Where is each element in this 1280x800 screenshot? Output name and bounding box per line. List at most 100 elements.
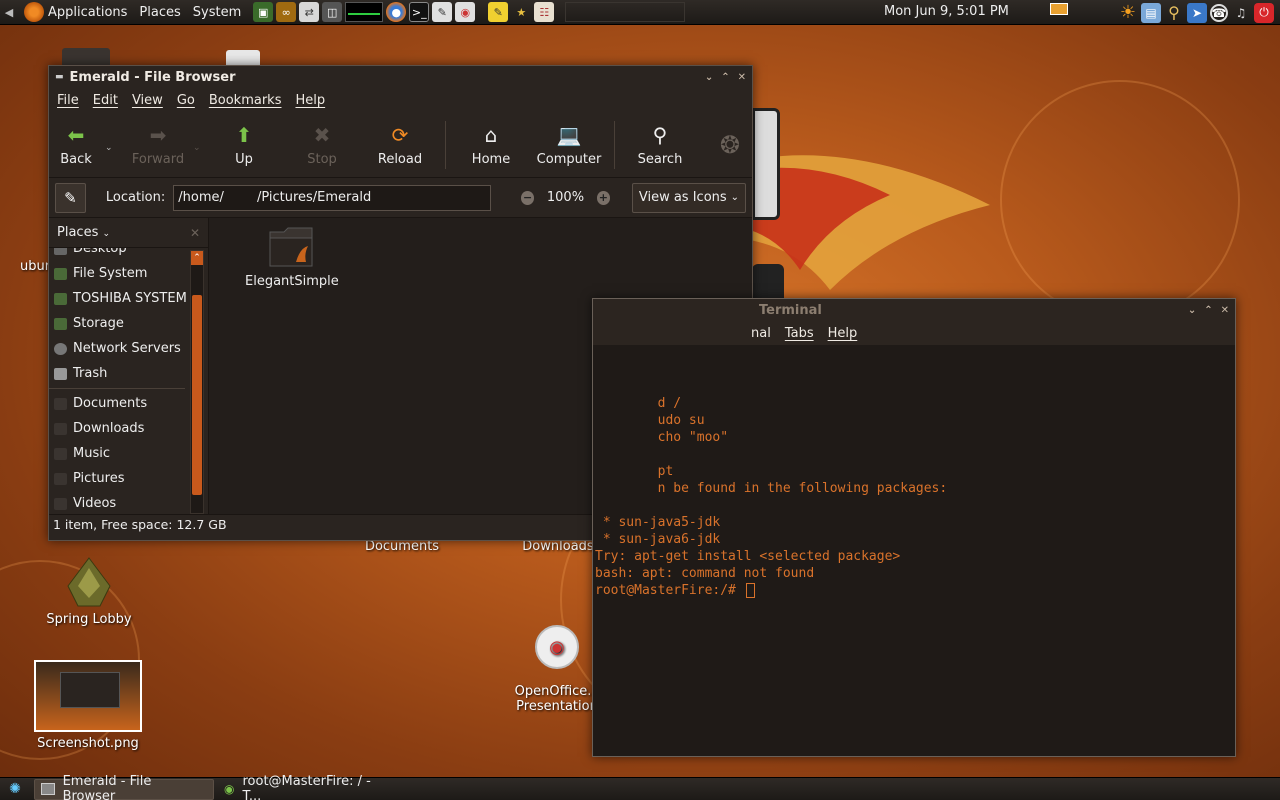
terminal-titlebar[interactable]: Terminal ⌄ ⌃ ✕ <box>593 299 1235 321</box>
zoom-out-button[interactable]: − <box>520 190 535 205</box>
menu-tabs[interactable]: Tabs <box>785 326 814 341</box>
taskbar-item-file-browser[interactable]: Emerald - File Browser <box>34 774 214 800</box>
desktop-icon-screenshot[interactable]: Screenshot.png <box>30 660 146 751</box>
sidebar-item-desktop[interactable]: Desktop <box>49 248 187 261</box>
volume-icon[interactable]: ♫ <box>1231 3 1251 23</box>
folder-icon <box>54 422 67 435</box>
file-browser-task-icon <box>41 783 55 795</box>
computer-button[interactable]: 💻 Computer <box>530 115 608 175</box>
desktop-icon-spring-lobby[interactable]: Spring Lobby <box>38 556 140 627</box>
location-input[interactable] <box>173 184 492 211</box>
sidebar-item-pictures[interactable]: Pictures <box>49 466 187 491</box>
maximize-button[interactable]: ⌃ <box>721 72 729 83</box>
close-button[interactable]: ✕ <box>1221 305 1229 316</box>
terminal-cursor <box>745 583 755 598</box>
lock-screen-icon[interactable]: ◫ <box>322 2 343 22</box>
zoom-in-button[interactable]: + <box>596 190 611 205</box>
menu-help[interactable]: Help <box>828 326 858 341</box>
dictionary-icon[interactable]: ☷ <box>534 2 555 22</box>
sidebar-type-select[interactable]: Places ⌄ <box>57 225 110 240</box>
search-button[interactable]: ⚲ Search <box>621 115 699 175</box>
view-mode-select[interactable]: View as Icons ⌄ <box>631 182 746 213</box>
sidebar-item-music[interactable]: Music <box>49 441 187 466</box>
scrollbar-thumb[interactable] <box>192 295 202 495</box>
forward-history-dropdown[interactable]: ⌄ <box>193 137 205 153</box>
terminal-line: Try: apt-get install <selected package> <box>595 549 901 564</box>
applications-menu[interactable]: Applications <box>18 0 133 25</box>
file-item-elegantsimple[interactable]: ElegantSimple <box>245 224 339 289</box>
show-desktop-icon[interactable]: ✺ <box>0 781 30 797</box>
terminal-output[interactable]: d / udo su cho "moo" pt n be found in th… <box>593 345 1235 756</box>
taskbar-item-terminal[interactable]: ◉ root@MasterFire: / - T... <box>218 774 398 800</box>
edit-icon: ✎ <box>64 188 77 207</box>
writer-icon[interactable]: ✎ <box>432 2 453 22</box>
search-label: Search <box>637 152 683 167</box>
minimize-button[interactable]: ⌄ <box>705 72 713 83</box>
desktop-icon-documents[interactable]: Documents <box>352 539 452 554</box>
desktop-drive-icon[interactable] <box>752 264 784 298</box>
terminal-title: Terminal <box>759 302 822 318</box>
chevron-down-icon: ⌄ <box>102 229 111 239</box>
sidebar-scrollbar[interactable]: ⌃ <box>190 250 204 514</box>
maximize-button[interactable]: ⌃ <box>1204 305 1212 316</box>
menu-bookmarks[interactable]: Bookmarks <box>209 93 282 108</box>
terminal-icon[interactable]: >_ <box>409 2 430 22</box>
sidebar-item-network-servers[interactable]: Network Servers <box>49 336 187 361</box>
system-monitor-icon[interactable]: ▣ <box>253 2 274 22</box>
impress-icon[interactable]: ◉ <box>455 2 476 22</box>
firefox-icon[interactable]: ● <box>386 2 407 22</box>
reload-label: Reload <box>377 152 423 167</box>
gimp-icon[interactable]: ★ <box>511 2 531 22</box>
menu-go[interactable]: Go <box>177 93 195 108</box>
menu-terminal[interactable]: nal <box>751 326 771 341</box>
desktop-icon-partial[interactable] <box>226 50 260 66</box>
bluetooth-icon[interactable]: ➤ <box>1187 2 1207 23</box>
places-menu[interactable]: Places <box>133 0 186 25</box>
stop-button[interactable]: ✖ Stop <box>283 115 361 175</box>
sidebar-item-trash[interactable]: Trash <box>49 361 187 386</box>
image-viewer-icon[interactable]: ▤ <box>1141 2 1161 23</box>
menu-help[interactable]: Help <box>295 93 325 108</box>
sidebar-item-storage[interactable]: Storage <box>49 311 187 336</box>
sidebar-item-file-system[interactable]: File System <box>49 261 187 286</box>
chain-icon[interactable]: ∞ <box>276 2 297 22</box>
window-menu-icon[interactable]: ▬ <box>55 72 64 82</box>
sidebar-item-videos[interactable]: Videos <box>49 491 187 514</box>
sidebar-places-list: Desktop File System TOSHIBA SYSTEM Stora… <box>49 248 187 514</box>
desktop-device-icon[interactable] <box>752 108 780 220</box>
scroll-up-icon[interactable]: ⌃ <box>191 251 203 265</box>
zoom-level[interactable]: 100% <box>542 190 588 205</box>
forward-button[interactable]: ➡ Forward <box>123 115 193 175</box>
close-sidebar-icon[interactable]: ✕ <box>190 226 200 240</box>
chat-icon[interactable]: ☎ <box>1210 3 1228 22</box>
minimize-button[interactable]: ⌄ <box>1188 305 1196 316</box>
desktop-icon-partial[interactable] <box>62 48 110 66</box>
up-button[interactable]: ⬆ Up <box>205 115 283 175</box>
power-icon[interactable]: ⏻ <box>1254 2 1274 23</box>
menu-file[interactable]: File <box>57 93 79 108</box>
network-icon[interactable]: ⇄ <box>299 2 320 22</box>
taskbar-item-label: Emerald - File Browser <box>62 774 152 800</box>
notes-icon[interactable]: ✎ <box>488 2 509 22</box>
sidebar-item-documents[interactable]: Documents <box>49 391 187 416</box>
reload-button[interactable]: ⟳ Reload <box>361 115 439 175</box>
menu-edit[interactable]: Edit <box>93 93 118 108</box>
home-button[interactable]: ⌂ Home <box>452 115 530 175</box>
sidebar-item-toshiba-system[interactable]: TOSHIBA SYSTEM <box>49 286 187 311</box>
menu-view[interactable]: View <box>132 93 163 108</box>
weather-sun-icon[interactable]: ☀ <box>1118 2 1138 23</box>
back-history-dropdown[interactable]: ⌄ <box>105 137 117 153</box>
sidebar-item-downloads[interactable]: Downloads <box>49 416 187 441</box>
toggle-location-entry-button[interactable]: ✎ <box>55 182 86 213</box>
close-button[interactable]: ✕ <box>738 72 746 83</box>
system-menu[interactable]: System <box>187 0 247 25</box>
panel-left-arrow-icon[interactable]: ◀ <box>0 6 18 19</box>
back-button[interactable]: ⬅ Back <box>53 115 99 175</box>
trash-icon <box>54 367 67 380</box>
search-icon[interactable]: ⚲ <box>1164 3 1184 23</box>
network-status-icon[interactable] <box>1050 3 1068 15</box>
file-browser-titlebar[interactable]: ▬ Emerald - File Browser ⌄ ⌃ ✕ <box>49 66 752 88</box>
clock[interactable]: Mon Jun 9, 5:01 PM <box>884 4 1009 19</box>
